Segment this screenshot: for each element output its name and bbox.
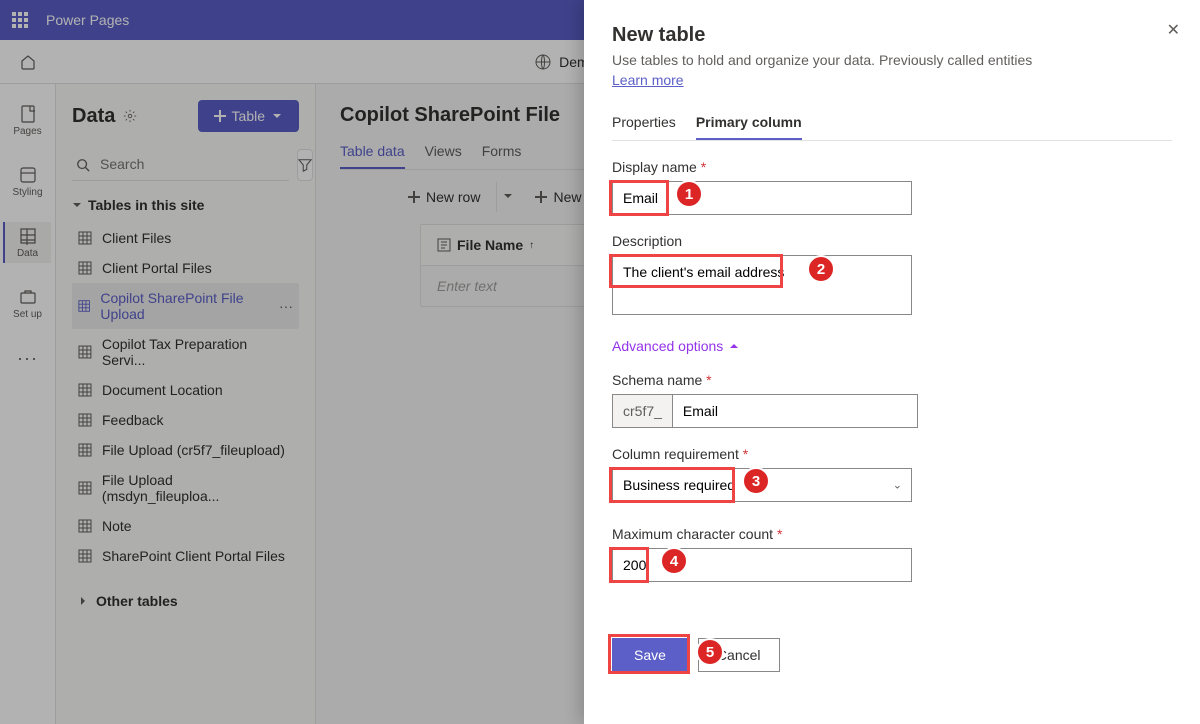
column-requirement-label: Column requirement *: [612, 446, 1172, 462]
annotation-badge-3: 3: [742, 467, 770, 495]
flyout-description: Use tables to hold and organize your dat…: [612, 51, 1172, 90]
new-table-flyout: ✕ New table Use tables to hold and organ…: [584, 0, 1200, 724]
save-button[interactable]: Save: [612, 638, 688, 672]
schema-name-label: Schema name *: [612, 372, 1172, 388]
learn-more-link[interactable]: Learn more: [612, 72, 684, 88]
annotation-badge-1: 1: [675, 180, 703, 208]
schema-name-input[interactable]: [672, 394, 918, 428]
flyout-title: New table: [612, 24, 1172, 47]
display-name-input[interactable]: [612, 181, 912, 215]
annotation-badge-2: 2: [807, 255, 835, 283]
annotation-badge-4: 4: [660, 547, 688, 575]
description-input[interactable]: [612, 255, 912, 315]
max-char-input[interactable]: [612, 548, 912, 582]
schema-prefix: cr5f7_: [612, 394, 672, 428]
max-char-label: Maximum character count *: [612, 526, 1172, 542]
annotation-badge-5: 5: [696, 638, 724, 666]
tab-primary-column[interactable]: Primary column: [696, 106, 802, 140]
advanced-options-toggle[interactable]: Advanced options: [612, 338, 1172, 354]
tab-properties[interactable]: Properties: [612, 106, 676, 140]
flyout-tabs: Properties Primary column: [612, 106, 1172, 141]
display-name-label: Display name *: [612, 159, 1172, 175]
description-label: Description: [612, 233, 1172, 249]
